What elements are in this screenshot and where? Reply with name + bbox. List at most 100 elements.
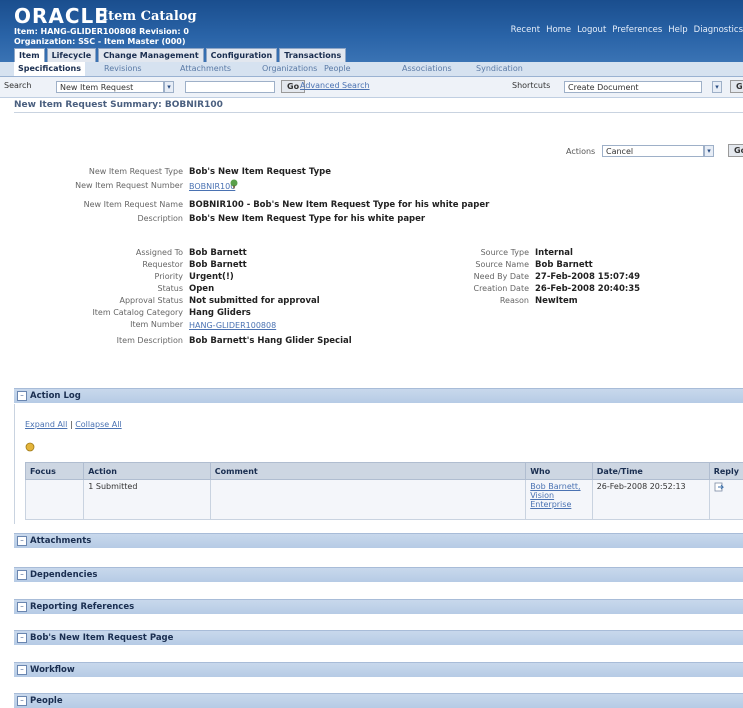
item-request-page-section[interactable]: – Bob's New Item Request Page bbox=[14, 630, 743, 645]
section-title: Bob's New Item Request Page bbox=[30, 633, 173, 643]
expand-icon[interactable]: – bbox=[17, 570, 27, 580]
search-label: Search bbox=[4, 81, 31, 90]
reason-value: NewItem bbox=[535, 296, 578, 306]
search-input[interactable] bbox=[185, 81, 275, 93]
need-by-date-label: Need By Date bbox=[474, 272, 529, 281]
comment-cell bbox=[210, 480, 525, 520]
reply-cell bbox=[709, 480, 743, 520]
status-value: Open bbox=[189, 284, 214, 294]
expand-icon[interactable]: – bbox=[17, 665, 27, 675]
help-link[interactable]: Help bbox=[668, 25, 687, 39]
expand-icon[interactable]: – bbox=[17, 633, 27, 643]
chevron-down-icon[interactable]: ▾ bbox=[712, 81, 722, 93]
creation-date-value: 26-Feb-2008 20:40:35 bbox=[535, 284, 640, 294]
tab-change-management[interactable]: Change Management bbox=[98, 48, 203, 62]
advanced-search-link[interactable]: Advanced Search bbox=[300, 81, 370, 90]
actions-go-button[interactable]: Go bbox=[728, 144, 743, 157]
request-name-label: New Item Request Name bbox=[84, 200, 183, 209]
subtab-specifications[interactable]: Specifications bbox=[14, 62, 85, 76]
priority-label: Priority bbox=[155, 272, 183, 281]
action-log-header[interactable]: – Action Log bbox=[14, 388, 743, 403]
source-name-label: Source Name bbox=[475, 260, 529, 269]
expand-icon[interactable]: – bbox=[17, 602, 27, 612]
catalog-category-value: Hang Gliders bbox=[189, 308, 251, 318]
tab-transactions[interactable]: Transactions bbox=[279, 48, 346, 62]
priority-value: Urgent(!) bbox=[189, 272, 234, 282]
need-by-date-value: 27-Feb-2008 15:07:49 bbox=[535, 272, 640, 282]
search-type-select[interactable]: New Item Request bbox=[56, 81, 164, 93]
assigned-to-value: Bob Barnett bbox=[189, 248, 247, 258]
subtab-associations[interactable]: Associations bbox=[402, 62, 452, 76]
status-label: Status bbox=[158, 284, 184, 293]
search-bar: Search New Item Request ▾ Go Advanced Se… bbox=[0, 77, 743, 98]
tab-configuration[interactable]: Configuration bbox=[206, 48, 278, 62]
collapse-all-link[interactable]: Collapse All bbox=[75, 420, 121, 429]
column-reply: Reply bbox=[709, 463, 743, 480]
subtab-revisions[interactable]: Revisions bbox=[104, 62, 142, 76]
section-title: Workflow bbox=[30, 665, 75, 675]
diagnostics-link[interactable]: Diagnostics bbox=[694, 25, 743, 39]
shortcuts-label: Shortcuts bbox=[512, 81, 550, 90]
global-links: Recent Home Logout Preferences Help Diag… bbox=[511, 25, 743, 39]
divider bbox=[14, 112, 743, 113]
chevron-down-icon[interactable]: ▾ bbox=[704, 145, 714, 157]
expand-icon[interactable]: – bbox=[17, 696, 27, 706]
collapse-icon[interactable]: – bbox=[17, 391, 27, 401]
shortcuts-go-button[interactable]: Go bbox=[730, 80, 743, 93]
shortcuts-select[interactable]: Create Document bbox=[564, 81, 702, 93]
focus-cell bbox=[26, 480, 84, 520]
request-number-label: New Item Request Number bbox=[75, 181, 183, 190]
attachments-section[interactable]: – Attachments bbox=[14, 533, 743, 548]
organization-context: Organization: SSC - Item Master (000) bbox=[14, 37, 186, 46]
reporting-references-section[interactable]: – Reporting References bbox=[14, 599, 743, 614]
subtab-people[interactable]: People bbox=[324, 62, 351, 76]
expand-icon[interactable]: – bbox=[17, 536, 27, 546]
assigned-to-label: Assigned To bbox=[136, 248, 183, 257]
tab-lifecycle[interactable]: Lifecycle bbox=[47, 48, 97, 62]
subtab-attachments[interactable]: Attachments bbox=[180, 62, 231, 76]
expand-all-link[interactable]: Expand All bbox=[25, 420, 67, 429]
home-link[interactable]: Home bbox=[546, 25, 571, 39]
who-cell: Bob Barnett, Vision Enterprise bbox=[526, 480, 592, 520]
app-header: ORACLE Item Catalog Item: HANG-GLIDER100… bbox=[0, 0, 743, 62]
dependencies-section[interactable]: – Dependencies bbox=[14, 567, 743, 582]
table-header-row: Focus Action Comment Who Date/Time Reply bbox=[26, 463, 743, 480]
actions-select[interactable]: Cancel bbox=[602, 145, 704, 157]
approval-status-value: Not submitted for approval bbox=[189, 296, 320, 306]
main-tabs: Item Lifecycle Change Management Configu… bbox=[14, 48, 346, 62]
tree-icon[interactable] bbox=[229, 179, 239, 189]
actions-label: Actions bbox=[566, 147, 595, 156]
source-type-value: Internal bbox=[535, 248, 573, 258]
subtab-organizations[interactable]: Organizations bbox=[262, 62, 317, 76]
sub-navigation: Specifications Revisions Attachments Org… bbox=[0, 62, 743, 77]
reason-label: Reason bbox=[500, 296, 529, 305]
column-datetime: Date/Time bbox=[592, 463, 709, 480]
page-title: New Item Request Summary: BOBNIR100 bbox=[14, 100, 223, 110]
item-context: Item: HANG-GLIDER100808 Revision: 0 bbox=[14, 27, 189, 36]
section-title: Attachments bbox=[30, 536, 91, 546]
description-value: Bob's New Item Request Type for his whit… bbox=[189, 214, 425, 224]
item-number-link[interactable]: HANG-GLIDER100808 bbox=[189, 321, 276, 330]
focus-icon[interactable] bbox=[25, 442, 35, 452]
reply-icon[interactable] bbox=[714, 485, 724, 494]
approval-status-label: Approval Status bbox=[119, 296, 183, 305]
item-description-label: Item Description bbox=[117, 336, 183, 345]
action-log-body: Expand All | Collapse All Focus Action C… bbox=[14, 404, 743, 524]
creation-date-label: Creation Date bbox=[473, 284, 529, 293]
source-name-value: Bob Barnett bbox=[535, 260, 593, 270]
column-who: Who bbox=[526, 463, 592, 480]
workflow-section[interactable]: – Workflow bbox=[14, 662, 743, 677]
subtab-syndication[interactable]: Syndication bbox=[476, 62, 523, 76]
action-log-table: Focus Action Comment Who Date/Time Reply… bbox=[25, 462, 743, 520]
request-type-value: Bob's New Item Request Type bbox=[189, 167, 331, 177]
chevron-down-icon[interactable]: ▾ bbox=[164, 81, 174, 93]
action-log-title: Action Log bbox=[30, 391, 81, 401]
tab-item[interactable]: Item bbox=[14, 48, 45, 62]
recent-link[interactable]: Recent bbox=[511, 25, 540, 39]
logout-link[interactable]: Logout bbox=[577, 25, 606, 39]
preferences-link[interactable]: Preferences bbox=[612, 25, 662, 39]
source-type-label: Source Type bbox=[481, 248, 529, 257]
people-section[interactable]: – People bbox=[14, 693, 743, 708]
oracle-logo: ORACLE bbox=[14, 4, 109, 28]
who-link[interactable]: Bob Barnett, Vision Enterprise bbox=[530, 482, 580, 509]
